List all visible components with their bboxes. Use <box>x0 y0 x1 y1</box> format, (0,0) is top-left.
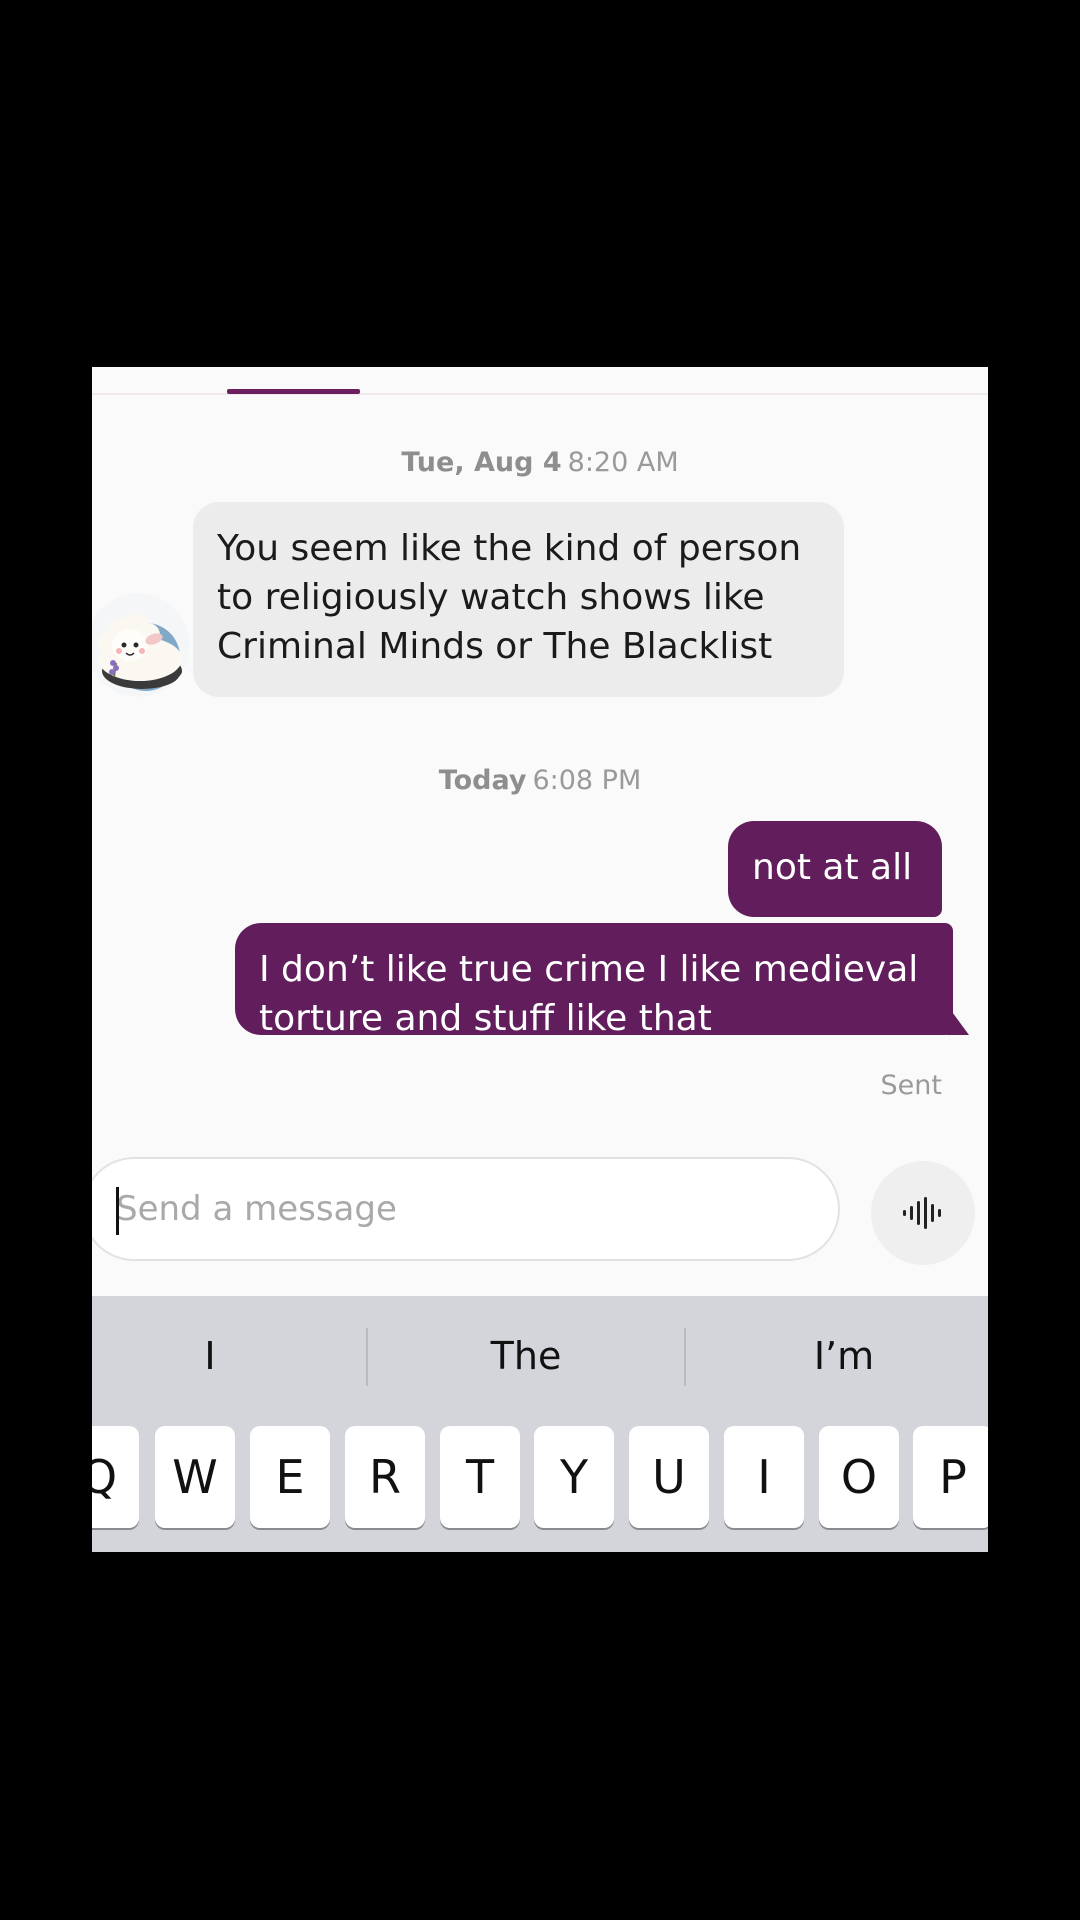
timestamp-day: Tue, Aug 4 <box>401 447 562 478</box>
tab-divider <box>92 393 988 395</box>
key-o[interactable]: O <box>819 1426 899 1528</box>
active-tab-indicator <box>227 389 360 394</box>
key-e[interactable]: E <box>250 1426 330 1528</box>
received-message-bubble[interactable]: You seem like the kind of person to reli… <box>193 502 844 697</box>
key-y[interactable]: Y <box>534 1426 614 1528</box>
suggestion-bar: I The I’m <box>92 1296 988 1416</box>
suggestion-item[interactable]: I’m <box>686 1296 988 1416</box>
key-r[interactable]: R <box>345 1426 425 1528</box>
sent-message-bubble[interactable]: I don’t like true crime I like medieval … <box>235 923 969 1039</box>
key-u[interactable]: U <box>629 1426 709 1528</box>
message-input[interactable] <box>92 1157 840 1261</box>
contact-avatar[interactable] <box>92 593 190 697</box>
voice-message-button[interactable] <box>871 1161 975 1265</box>
key-q[interactable]: Q <box>92 1426 139 1528</box>
message-text: I don’t like true crime I like medieval … <box>259 949 919 1039</box>
keyboard: I The I’m Q W E R T Y U I O P <box>92 1296 988 1552</box>
text-caret <box>116 1187 119 1235</box>
suggestion-item[interactable]: The <box>368 1296 684 1416</box>
bubble-tail <box>947 1005 969 1035</box>
message-timestamp: Today 6:08 PM <box>92 765 988 796</box>
message-text: You seem like the kind of person to reli… <box>217 528 802 667</box>
message-timestamp: Tue, Aug 4 8:20 AM <box>92 447 988 478</box>
composer <box>92 1157 988 1265</box>
lamb-avatar-icon <box>92 593 190 697</box>
message-text: not at all <box>752 847 913 888</box>
key-p[interactable]: P <box>913 1426 988 1528</box>
key-w[interactable]: W <box>155 1426 235 1528</box>
chat-screen: Tue, Aug 48:20 AM You seem like the kin <box>92 367 988 1552</box>
timestamp-time: 6:08 PM <box>532 765 642 796</box>
timestamp-day: Today <box>438 765 527 796</box>
voice-waveform-icon <box>903 1197 941 1229</box>
key-i[interactable]: I <box>724 1426 804 1528</box>
delivery-status: Sent <box>880 1070 942 1101</box>
suggestion-item[interactable]: I <box>92 1296 328 1416</box>
tab-bar <box>92 379 988 395</box>
sent-message-bubble[interactable]: not at all <box>728 821 942 917</box>
key-t[interactable]: T <box>440 1426 520 1528</box>
timestamp-time: 8:20 AM <box>567 447 679 478</box>
